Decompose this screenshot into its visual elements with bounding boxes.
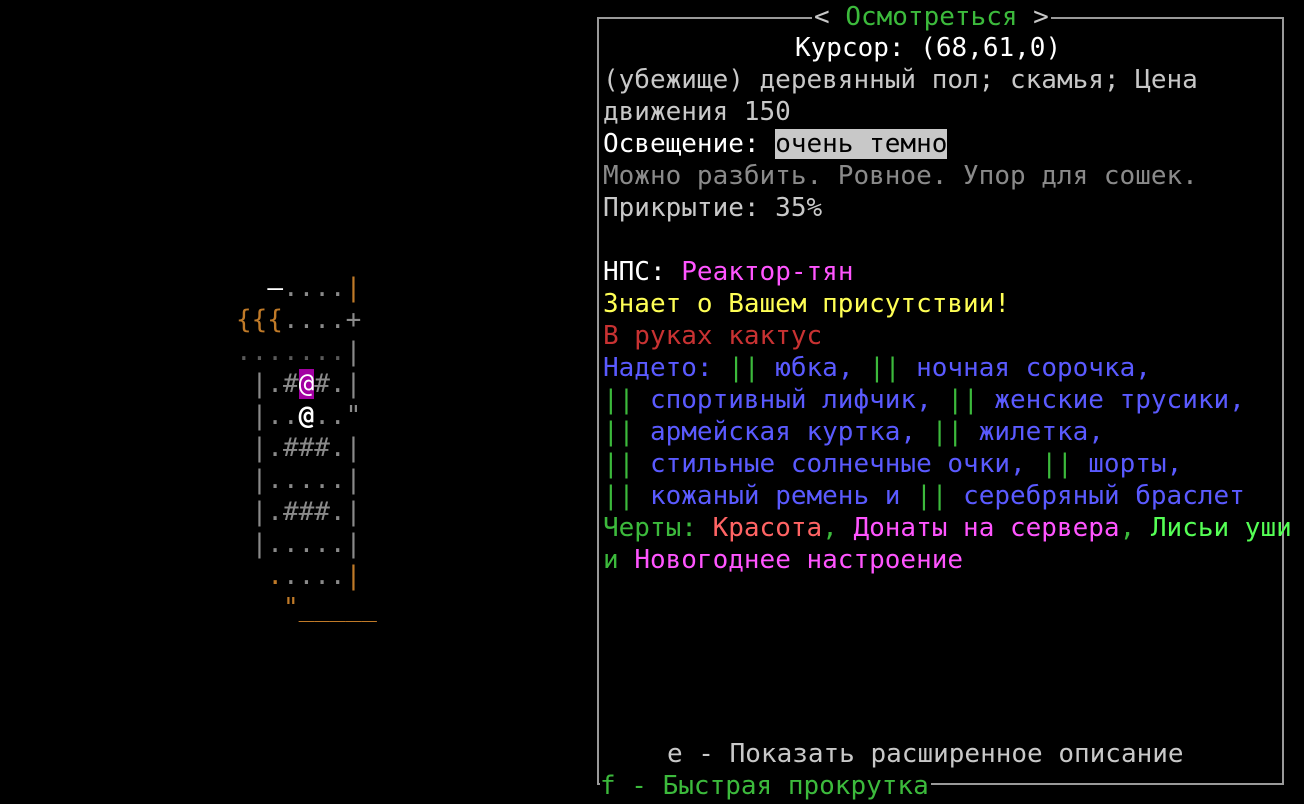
map-row: –....| xyxy=(236,272,361,304)
worn-label: Надето: xyxy=(603,353,729,383)
trait: Красота xyxy=(712,513,823,543)
panel-title: < Осмотреться > xyxy=(812,1,1051,33)
worn-item: ночная сорочка xyxy=(916,353,1136,383)
hint-fast-scroll[interactable]: f - Быстрая прокрутка xyxy=(600,770,931,802)
map-tiles: |..... xyxy=(236,465,346,495)
cursor-coords: Курсор: (68,61,0) xyxy=(795,33,1062,63)
lighting-label: Освещение: xyxy=(603,129,776,159)
map-tiles: " xyxy=(282,593,299,623)
worn-line-5: || кожаный ремень и || серебряный брасле… xyxy=(603,481,1245,511)
map-tiles: | xyxy=(345,529,362,559)
npc-label: НПС: xyxy=(603,257,682,287)
worn-line-2: || спортивный лифчик, || женские трусики… xyxy=(603,385,1245,415)
tile-description-line1: (убежище) деревянный пол; скамья; Цена xyxy=(603,65,1198,95)
map-tiles: _____ xyxy=(298,593,377,623)
worn-item: спортивный лифчик xyxy=(649,385,917,415)
map-row: |.#@#.| xyxy=(236,368,361,400)
map-row: {{{....+ xyxy=(236,304,361,336)
map-row: .......| xyxy=(236,336,361,368)
worn-item: стильные солнечные очки xyxy=(649,449,1010,479)
trait: Донаты на сервера xyxy=(853,513,1120,543)
map-tiles: | xyxy=(345,337,362,367)
map-tiles xyxy=(236,561,267,591)
title-text: Осмотреться xyxy=(845,2,1018,32)
title-left-bracket: < xyxy=(814,2,846,32)
hint-extended-description[interactable]: e - Показать расширенное описание xyxy=(667,738,1184,770)
map-row: |.....| xyxy=(236,464,362,496)
tile-description-line2: движения 150 xyxy=(603,97,791,127)
npc-name: Реактор-тян xyxy=(681,257,854,287)
map-tiles xyxy=(236,593,283,623)
map-tiles: .... xyxy=(282,561,346,591)
trait: Новогоднее настроение xyxy=(634,545,964,575)
traits-label: Черты: xyxy=(603,513,713,543)
map-tiles: ....... xyxy=(236,337,346,367)
map-tiles: |.. xyxy=(236,401,299,431)
map-tiles: " xyxy=(345,401,362,431)
tile-properties: Можно разбить. Ровное. Упор для сошек. xyxy=(603,161,1198,191)
map-row: |.###.| xyxy=(236,496,362,528)
npc-row: НПС: Реактор-тян xyxy=(603,256,853,288)
map-tiles: #. xyxy=(314,369,346,399)
traits-line-2: и Новогоднее настроение xyxy=(603,545,964,575)
map-tiles: |.###. xyxy=(236,433,346,463)
map-tiles: | xyxy=(345,369,362,399)
title-right-bracket: > xyxy=(1017,2,1049,32)
worn-line-3: || армейская куртка, || жилетка, xyxy=(603,417,1104,447)
map-tiles: |.# xyxy=(236,369,299,399)
lighting-row: Освещение: очень темно xyxy=(603,128,948,160)
map-tiles: |.###. xyxy=(236,497,346,527)
map-row: .....| xyxy=(236,560,361,592)
map-tiles: | xyxy=(345,273,362,303)
map-row: "_____ xyxy=(236,592,377,624)
worn-item: серебряный браслет xyxy=(963,481,1245,511)
worn-item: женские трусики xyxy=(994,385,1230,415)
npc-wielding: В руках кактус xyxy=(603,321,823,351)
worn-line-4: || стильные солнечные очки, || шорты, xyxy=(603,449,1183,479)
npc-awareness: Знает о Вашем присутствии! xyxy=(603,289,1010,319)
map-tiles: .... xyxy=(282,273,346,303)
map-row: |.###.| xyxy=(236,432,362,464)
map-row: |.....| xyxy=(236,528,362,560)
worn-line-1: Надето: || юбка, || ночная сорочка, xyxy=(603,353,1151,383)
map-tiles: . xyxy=(267,561,283,591)
traits-line-1: Черты: Красота, Донаты на сервера, Лисьи… xyxy=(603,513,1292,543)
worn-item: армейская куртка xyxy=(649,417,901,447)
map-tiles: | xyxy=(345,561,362,591)
worn-item: юбка xyxy=(775,353,838,383)
worn-item: жилетка xyxy=(978,417,1089,447)
worn-item: шорты xyxy=(1088,449,1167,479)
map-tiles: | xyxy=(345,465,362,495)
map-tiles: .. xyxy=(314,401,346,431)
worn-item: кожаный ремень xyxy=(649,481,870,511)
map-tiles: | xyxy=(345,497,362,527)
lighting-value: очень темно xyxy=(775,129,948,159)
map-tiles: + xyxy=(345,305,362,335)
trait: Лисьи уши xyxy=(1150,513,1292,543)
map-tiles: |..... xyxy=(236,529,346,559)
map-row: |..@.." xyxy=(236,400,362,432)
map-tiles: .... xyxy=(282,305,346,335)
player-glyph: @ xyxy=(298,401,315,431)
map-tiles: – xyxy=(267,273,283,303)
map-tiles: | xyxy=(345,433,362,463)
map-tiles: {{{ xyxy=(236,305,283,335)
npc-glyph: @ xyxy=(298,369,315,399)
map-tiles xyxy=(236,273,267,303)
game-map[interactable]: –....| {{{....+ .......| |.#@#.| |..@.." |… xyxy=(0,0,590,804)
cover-value: Прикрытие: 35% xyxy=(603,193,823,223)
